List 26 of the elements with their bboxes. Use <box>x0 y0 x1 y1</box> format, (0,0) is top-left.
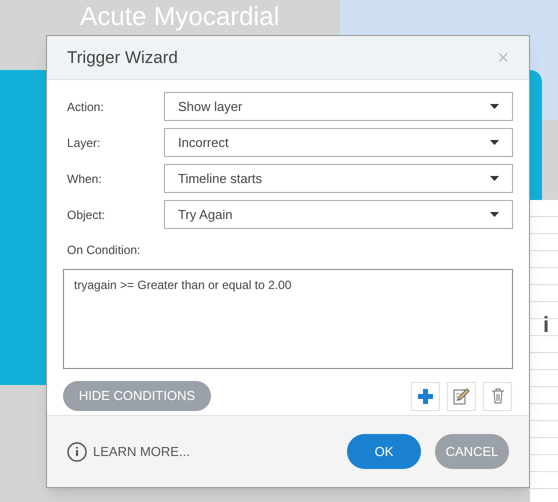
field-label: Action: <box>66 98 105 116</box>
ok-button[interactable]: OK <box>347 434 421 469</box>
dropdown[interactable]: Try Again <box>164 200 513 229</box>
condition-list[interactable]: tryagain >= Greater than or equal to 2.00 <box>63 269 513 369</box>
edit-button[interactable] <box>447 382 476 410</box>
caret-icon <box>490 176 499 181</box>
pencil-icon <box>453 388 470 404</box>
add-button[interactable] <box>411 382 440 410</box>
condition-item[interactable]: tryagain >= Greater than or equal to 2.00 <box>74 276 502 294</box>
caret-icon <box>490 212 499 217</box>
learn-more-link[interactable]: LEARN MORE... <box>67 442 190 462</box>
field-label: Object: <box>66 206 106 224</box>
dropdown[interactable]: Incorrect <box>164 128 513 157</box>
trash-icon <box>490 388 504 404</box>
delete-button[interactable] <box>483 382 512 410</box>
condition-label: On Condition: <box>67 242 142 259</box>
dialog-title: Trigger Wizard <box>67 46 178 69</box>
field-label: When: <box>66 170 103 188</box>
info-icon <box>67 442 87 462</box>
slide-text: i <box>543 312 550 338</box>
dropdown[interactable]: Timeline starts <box>164 164 513 193</box>
plus-icon <box>418 388 433 404</box>
caret-icon <box>490 104 499 109</box>
dropdown[interactable]: Show layer <box>164 92 513 121</box>
caret-icon <box>490 140 499 145</box>
field-label: Layer: <box>66 134 102 152</box>
